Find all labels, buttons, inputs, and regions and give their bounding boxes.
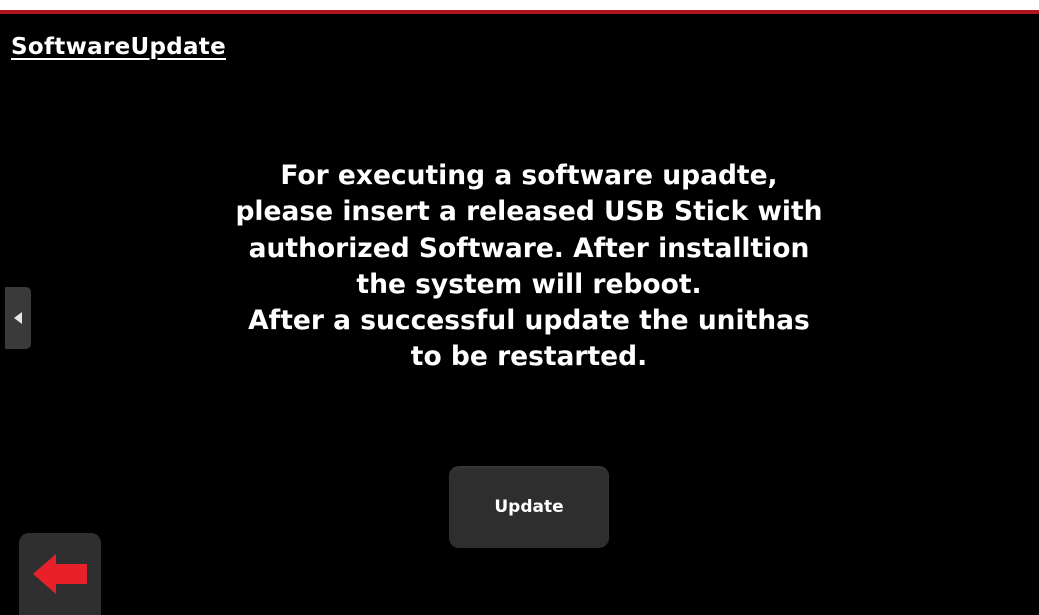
update-button[interactable]: Update <box>449 466 609 548</box>
left-triangle-icon <box>14 312 22 324</box>
restart-notice: After a successful update the unithas to… <box>248 305 810 373</box>
update-instructions: For executing a software upadte, please … <box>229 158 829 376</box>
red-left-arrow-icon <box>33 554 87 594</box>
top-red-accent-bar <box>0 10 1039 14</box>
instructions-paragraph: For executing a software upadte, please … <box>235 160 823 300</box>
back-button[interactable] <box>19 533 101 615</box>
page-title: SoftwareUpdate <box>11 34 226 60</box>
top-white-strip <box>0 0 1039 10</box>
side-panel-toggle[interactable] <box>5 287 31 349</box>
